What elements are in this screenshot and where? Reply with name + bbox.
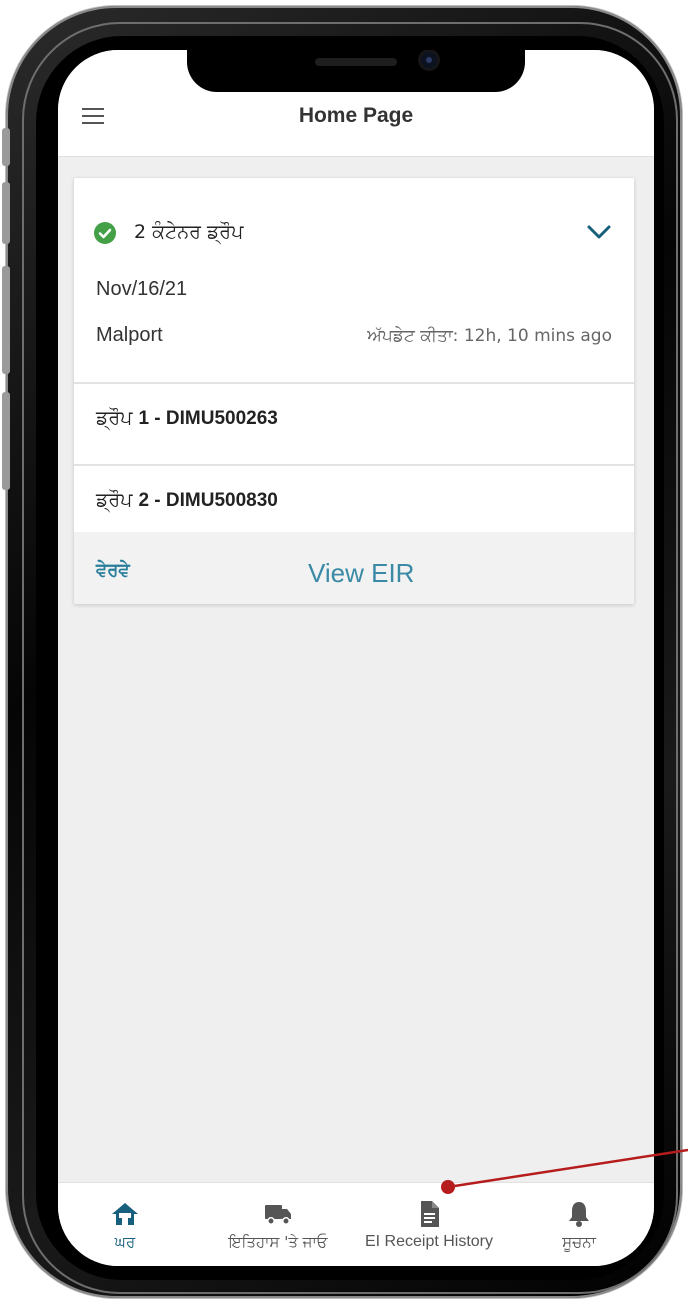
drop-row-prefix: ਡ੍ਰੌਪ: [96, 407, 139, 429]
divider: [74, 382, 634, 384]
nav-item-history[interactable]: ਇਤਿਹਾਸ 'ਤੇ ਜਾਓ: [218, 1183, 338, 1266]
chevron-down-icon[interactable]: [586, 224, 612, 240]
home-icon: [112, 1203, 138, 1225]
drop-row-label: 1 - DIMU500263: [138, 408, 278, 429]
drop-row-prefix: ਡ੍ਰੌਪ: [96, 489, 139, 511]
nav-item-ei-receipt-history[interactable]: EI Receipt History: [354, 1183, 504, 1266]
volume-down-button: [2, 266, 10, 374]
card-footer: ਵੇਰਵੇ View EIR: [74, 532, 634, 604]
drop-date: Nov/16/21: [96, 278, 188, 300]
nav-label-notifications: ਸੂਚਨਾ: [562, 1233, 596, 1251]
nav-item-home[interactable]: ਘਰ: [90, 1183, 160, 1266]
app-screen: Home Page 2 ਕੰਟੇਨਰ ਡ੍ਰੌਪ Nov/16/21 Malpo…: [58, 50, 654, 1266]
bell-icon: [569, 1202, 589, 1227]
drop-location: Malport: [96, 324, 163, 346]
check-circle-icon: [94, 222, 116, 244]
phone-notch: [187, 50, 525, 92]
nav-item-notifications[interactable]: ਸੂਚਨਾ: [544, 1183, 614, 1266]
document-icon: [421, 1201, 439, 1227]
side-button: [2, 392, 10, 490]
container-drop-card: 2 ਕੰਟੇਨਰ ਡ੍ਰੌਪ Nov/16/21 Malport ਅੱਪਡੇਟ …: [74, 178, 634, 604]
divider: [74, 464, 634, 466]
drop-row-2[interactable]: ਡ੍ਰੌਪ 2 - DIMU500830: [96, 489, 278, 512]
drop-row-label: 2 - DIMU500830: [138, 490, 278, 511]
details-link[interactable]: ਵੇਰਵੇ: [96, 560, 130, 581]
page-title: Home Page: [298, 104, 414, 127]
bottom-navigation: ਘਰ ਇਤਿਹਾਸ 'ਤੇ ਜਾਓ EI Receipt History ਸੂਚ…: [58, 1182, 654, 1266]
front-camera: [421, 52, 437, 68]
view-eir-link[interactable]: View EIR: [308, 558, 414, 589]
speaker-grille: [315, 58, 397, 66]
card-title: 2 ਕੰਟੇਨਰ ਡ੍ਰੌਪ: [134, 221, 244, 243]
drop-row-1[interactable]: ਡ੍ਰੌਪ 1 - DIMU500263: [96, 407, 278, 430]
truck-icon: [265, 1205, 291, 1225]
volume-up-button: [2, 182, 10, 244]
last-updated-text: ਅੱਪਡੇਟ ਕੀਤਾ: 12h, 10 mins ago: [367, 326, 612, 346]
nav-label-home: ਘਰ: [114, 1233, 136, 1251]
nav-label-history: ਇਤਿਹਾਸ 'ਤੇ ਜਾਓ: [228, 1233, 328, 1251]
nav-label-ei-receipt-history: EI Receipt History: [364, 1233, 494, 1250]
mute-switch: [2, 128, 10, 166]
